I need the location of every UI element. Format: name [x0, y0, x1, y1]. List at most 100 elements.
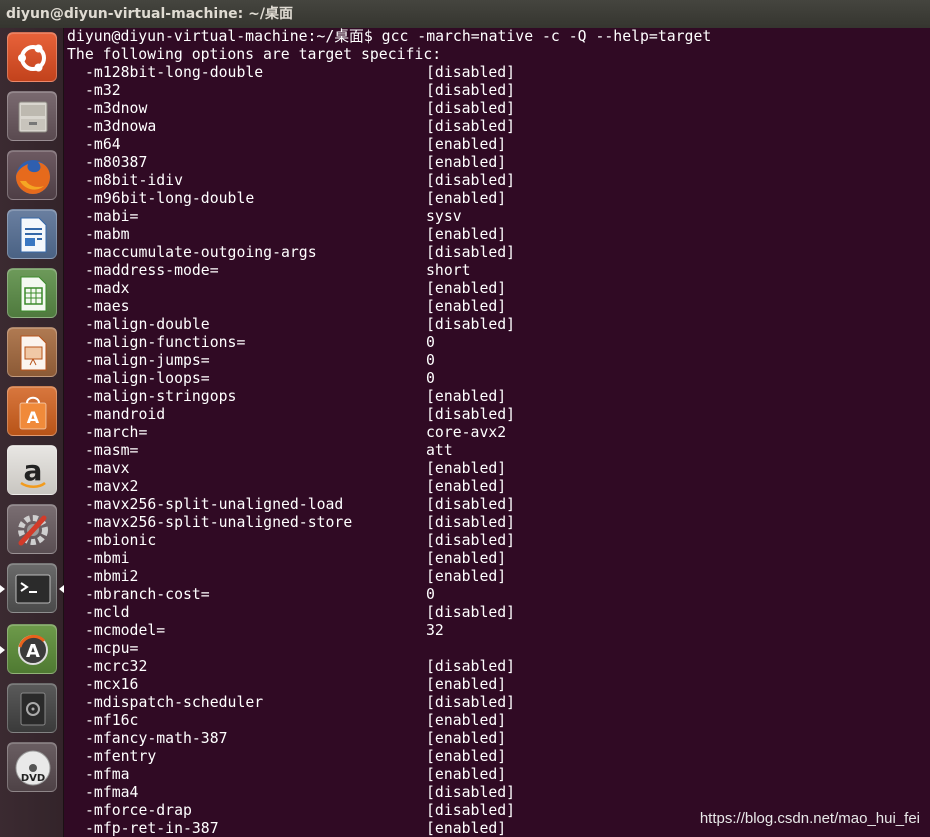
option-value: [enabled]	[426, 676, 507, 693]
dvd-button[interactable]: DVD	[7, 742, 57, 792]
svg-text:A: A	[26, 641, 40, 662]
option-value: [disabled]	[426, 496, 516, 513]
option-name: -mbionic	[85, 532, 157, 549]
libreoffice-calc-button[interactable]	[7, 268, 57, 318]
terminal-header-line: The following options are target specifi…	[67, 46, 442, 63]
option-name: -mabi=	[85, 208, 139, 225]
option-value: [enabled]	[426, 226, 507, 243]
option-name: -mcpu=	[85, 640, 139, 657]
terminal-button[interactable]	[7, 563, 57, 613]
terminal-prompt-line: diyun@diyun-virtual-machine:~/桌面$ gcc -m…	[67, 28, 712, 45]
option-value: [enabled]	[426, 298, 507, 315]
option-name: -mbmi2	[85, 568, 139, 585]
dash-home-button[interactable]	[7, 32, 57, 82]
option-name: -mandroid	[85, 406, 166, 423]
option-name: -m64	[85, 136, 121, 153]
option-name: -m96bit-long-double	[85, 190, 255, 207]
file-cabinet-icon	[18, 101, 48, 133]
option-value: [enabled]	[426, 820, 507, 837]
option-value: [disabled]	[426, 100, 516, 117]
watermark-text: https://blog.csdn.net/mao_hui_fei	[699, 810, 920, 827]
option-name: -maccumulate-outgoing-args	[85, 244, 317, 261]
option-name: -mfentry	[85, 748, 157, 765]
option-value: [disabled]	[426, 694, 516, 711]
option-name: -mfma	[85, 766, 130, 783]
disk-button[interactable]	[7, 683, 57, 733]
libreoffice-impress-button[interactable]	[7, 327, 57, 377]
option-value: sysv	[426, 208, 462, 225]
option-value: core-avx2	[426, 424, 507, 441]
hard-disk-icon	[20, 692, 46, 726]
option-value: [enabled]	[426, 136, 507, 153]
option-value: 0	[426, 586, 435, 603]
option-name: -malign-functions=	[85, 334, 246, 351]
option-name: -m80387	[85, 154, 148, 171]
terminal-icon	[15, 574, 51, 604]
option-value: [disabled]	[426, 82, 516, 99]
option-value: [disabled]	[426, 244, 516, 261]
dvd-disc-icon: DVD	[15, 750, 51, 786]
option-name: -mavx256-split-unaligned-store	[85, 514, 353, 531]
option-name: -m3dnow	[85, 100, 148, 117]
ubuntu-logo-icon	[18, 44, 46, 72]
svg-text:a: a	[24, 454, 43, 487]
settings-wrench-icon	[18, 515, 48, 546]
libreoffice-writer-button[interactable]	[7, 209, 57, 259]
option-value: short	[426, 262, 471, 279]
option-value: [disabled]	[426, 64, 516, 81]
option-value: [enabled]	[426, 550, 507, 567]
presentation-icon	[20, 335, 47, 371]
option-value: [disabled]	[426, 658, 516, 675]
option-name: -mcmodel=	[85, 622, 166, 639]
option-value: 0	[426, 370, 435, 387]
option-value: 32	[426, 622, 444, 639]
option-value: [disabled]	[426, 316, 516, 333]
amazon-button[interactable]: a	[7, 445, 57, 495]
option-name: -maes	[85, 298, 130, 315]
amazon-icon: a	[20, 454, 46, 488]
option-name: -march=	[85, 424, 148, 441]
files-button[interactable]	[7, 91, 57, 141]
option-value: [disabled]	[426, 514, 516, 531]
document-icon	[20, 217, 47, 253]
launcher: A a A DVD	[0, 28, 64, 837]
option-value: [enabled]	[426, 154, 507, 171]
option-value: [enabled]	[426, 766, 507, 783]
svg-text:DVD: DVD	[21, 773, 45, 784]
firefox-button[interactable]	[7, 150, 57, 200]
terminal-window[interactable]: diyun@diyun-virtual-machine:~/桌面$ gcc -m…	[64, 28, 930, 837]
option-value: [disabled]	[426, 802, 516, 819]
option-name: -mavx256-split-unaligned-load	[85, 496, 344, 513]
option-value: [disabled]	[426, 118, 516, 135]
option-name: -mbmi	[85, 550, 130, 567]
updater-icon: A	[18, 634, 48, 665]
software-updater-button[interactable]: A	[7, 624, 57, 674]
option-name: -m128bit-long-double	[85, 64, 264, 81]
option-name: -mcx16	[85, 676, 139, 693]
option-name: -mcld	[85, 604, 130, 621]
option-value: [enabled]	[426, 388, 507, 405]
option-value: [enabled]	[426, 730, 507, 747]
option-name: -mavx	[85, 460, 130, 477]
option-value: [disabled]	[426, 784, 516, 801]
shopping-bag-icon: A	[19, 396, 47, 430]
ubuntu-software-center-button[interactable]: A	[7, 386, 57, 436]
option-name: -mabm	[85, 226, 130, 243]
option-name: -mf16c	[85, 712, 139, 729]
option-name: -mfma4	[85, 784, 139, 801]
option-value: [enabled]	[426, 460, 507, 477]
option-name: -madx	[85, 280, 130, 297]
option-name: -malign-stringops	[85, 388, 237, 405]
option-name: -mavx2	[85, 478, 139, 495]
option-name: -m8bit-idiv	[85, 172, 183, 189]
firefox-icon	[16, 160, 50, 194]
option-value: [enabled]	[426, 568, 507, 585]
option-value: [disabled]	[426, 604, 516, 621]
option-value: 0	[426, 334, 435, 351]
system-settings-button[interactable]	[7, 504, 57, 554]
option-value: [disabled]	[426, 406, 516, 423]
option-value: [disabled]	[426, 172, 516, 189]
option-name: -m32	[85, 82, 121, 99]
option-value: 0	[426, 352, 435, 369]
option-value: [enabled]	[426, 478, 507, 495]
